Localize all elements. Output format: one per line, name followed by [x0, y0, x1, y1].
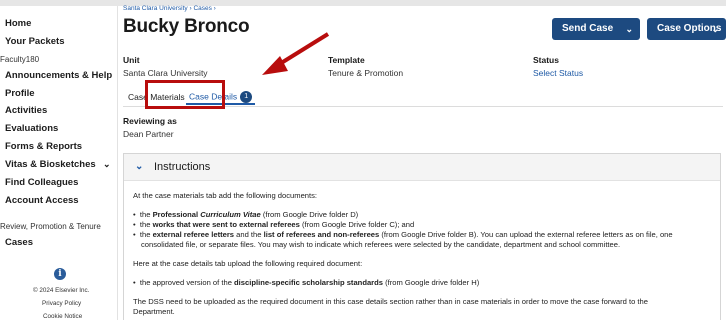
list-item: • the approved version of the discipline… [133, 278, 480, 287]
send-case-button[interactable]: Send Case ⌄ [552, 18, 640, 40]
sidebar-item-vitas-label: Vitas & Biosketches [5, 159, 96, 170]
send-case-label: Send Case [562, 23, 614, 34]
page-title: Bucky Bronco [123, 16, 250, 37]
instructions-title: Instructions [154, 161, 211, 173]
reviewing-as-label: Reviewing as [123, 116, 177, 126]
list-item: • the works that were sent to external r… [133, 220, 415, 229]
instructions-intro: At the case materials tab add the follow… [133, 191, 318, 200]
instructions-panel: ⌄ Instructions At the case materials tab… [123, 153, 721, 320]
cookie-notice-link[interactable]: Cookie Notice [43, 313, 82, 320]
sidebar-item-your-packets[interactable]: Your Packets [5, 36, 65, 47]
instructions-header[interactable]: ⌄ Instructions [124, 154, 720, 181]
count-badge: 1 [240, 91, 253, 103]
breadcrumb[interactable]: Santa Clara University › Cases › [123, 5, 216, 12]
status-label: Status [533, 55, 559, 65]
sidebar-item-account-access[interactable]: Account Access [5, 195, 79, 206]
case-options-button[interactable]: Case Options ⌄ [647, 18, 726, 40]
sidebar-section-rpt: Review, Promotion & Tenure [0, 222, 101, 231]
sidebar-item-announcements[interactable]: Announcements & Help [5, 70, 112, 81]
list-item-continuation: consolidated file, or separate files. Yo… [141, 240, 621, 249]
sidebar-section-faculty180: Faculty180 [0, 55, 40, 64]
sidebar-item-find-colleagues[interactable]: Find Colleagues [5, 177, 78, 188]
unit-value: Santa Clara University [123, 68, 208, 78]
annotation-highlight-box [145, 80, 225, 109]
dss-note-line-2: Department. [133, 307, 175, 316]
list-item: • the external referee letters and the l… [133, 230, 673, 239]
dss-note-line-1: The DSS need to be uploaded as the requi… [133, 297, 648, 306]
chevron-down-icon: ⌄ [711, 24, 719, 34]
sidebar-item-cases[interactable]: Cases [5, 237, 33, 248]
sidebar-item-home[interactable]: Home [5, 18, 31, 29]
reviewing-as-value: Dean Partner [123, 129, 174, 139]
sidebar-item-vitas[interactable]: Vitas & Biosketches ⌄ [5, 159, 111, 170]
privacy-policy-link[interactable]: Privacy Policy [42, 300, 81, 307]
details-intro: Here at the case details tab upload the … [133, 259, 363, 268]
info-icon: i [54, 268, 66, 280]
chevron-down-icon[interactable]: ⌄ [103, 159, 111, 170]
sidebar: Home Your Packets Faculty180 Announcemen… [0, 6, 118, 320]
sidebar-item-forms-reports[interactable]: Forms & Reports [5, 141, 82, 152]
unit-label: Unit [123, 55, 140, 65]
template-label: Template [328, 55, 365, 65]
sidebar-item-activities[interactable]: Activities [5, 105, 47, 116]
sidebar-item-evaluations[interactable]: Evaluations [5, 123, 58, 134]
chevron-down-icon: ⌄ [625, 24, 633, 34]
list-item: • the Professional Curriculum Vitae (fro… [133, 210, 359, 219]
status-select-link[interactable]: Select Status [533, 68, 583, 78]
chevron-down-icon[interactable]: ⌄ [135, 161, 143, 172]
sidebar-item-profile[interactable]: Profile [5, 88, 35, 99]
template-value: Tenure & Promotion [328, 68, 404, 78]
copyright-text: © 2024 Elsevier Inc. [33, 287, 90, 294]
